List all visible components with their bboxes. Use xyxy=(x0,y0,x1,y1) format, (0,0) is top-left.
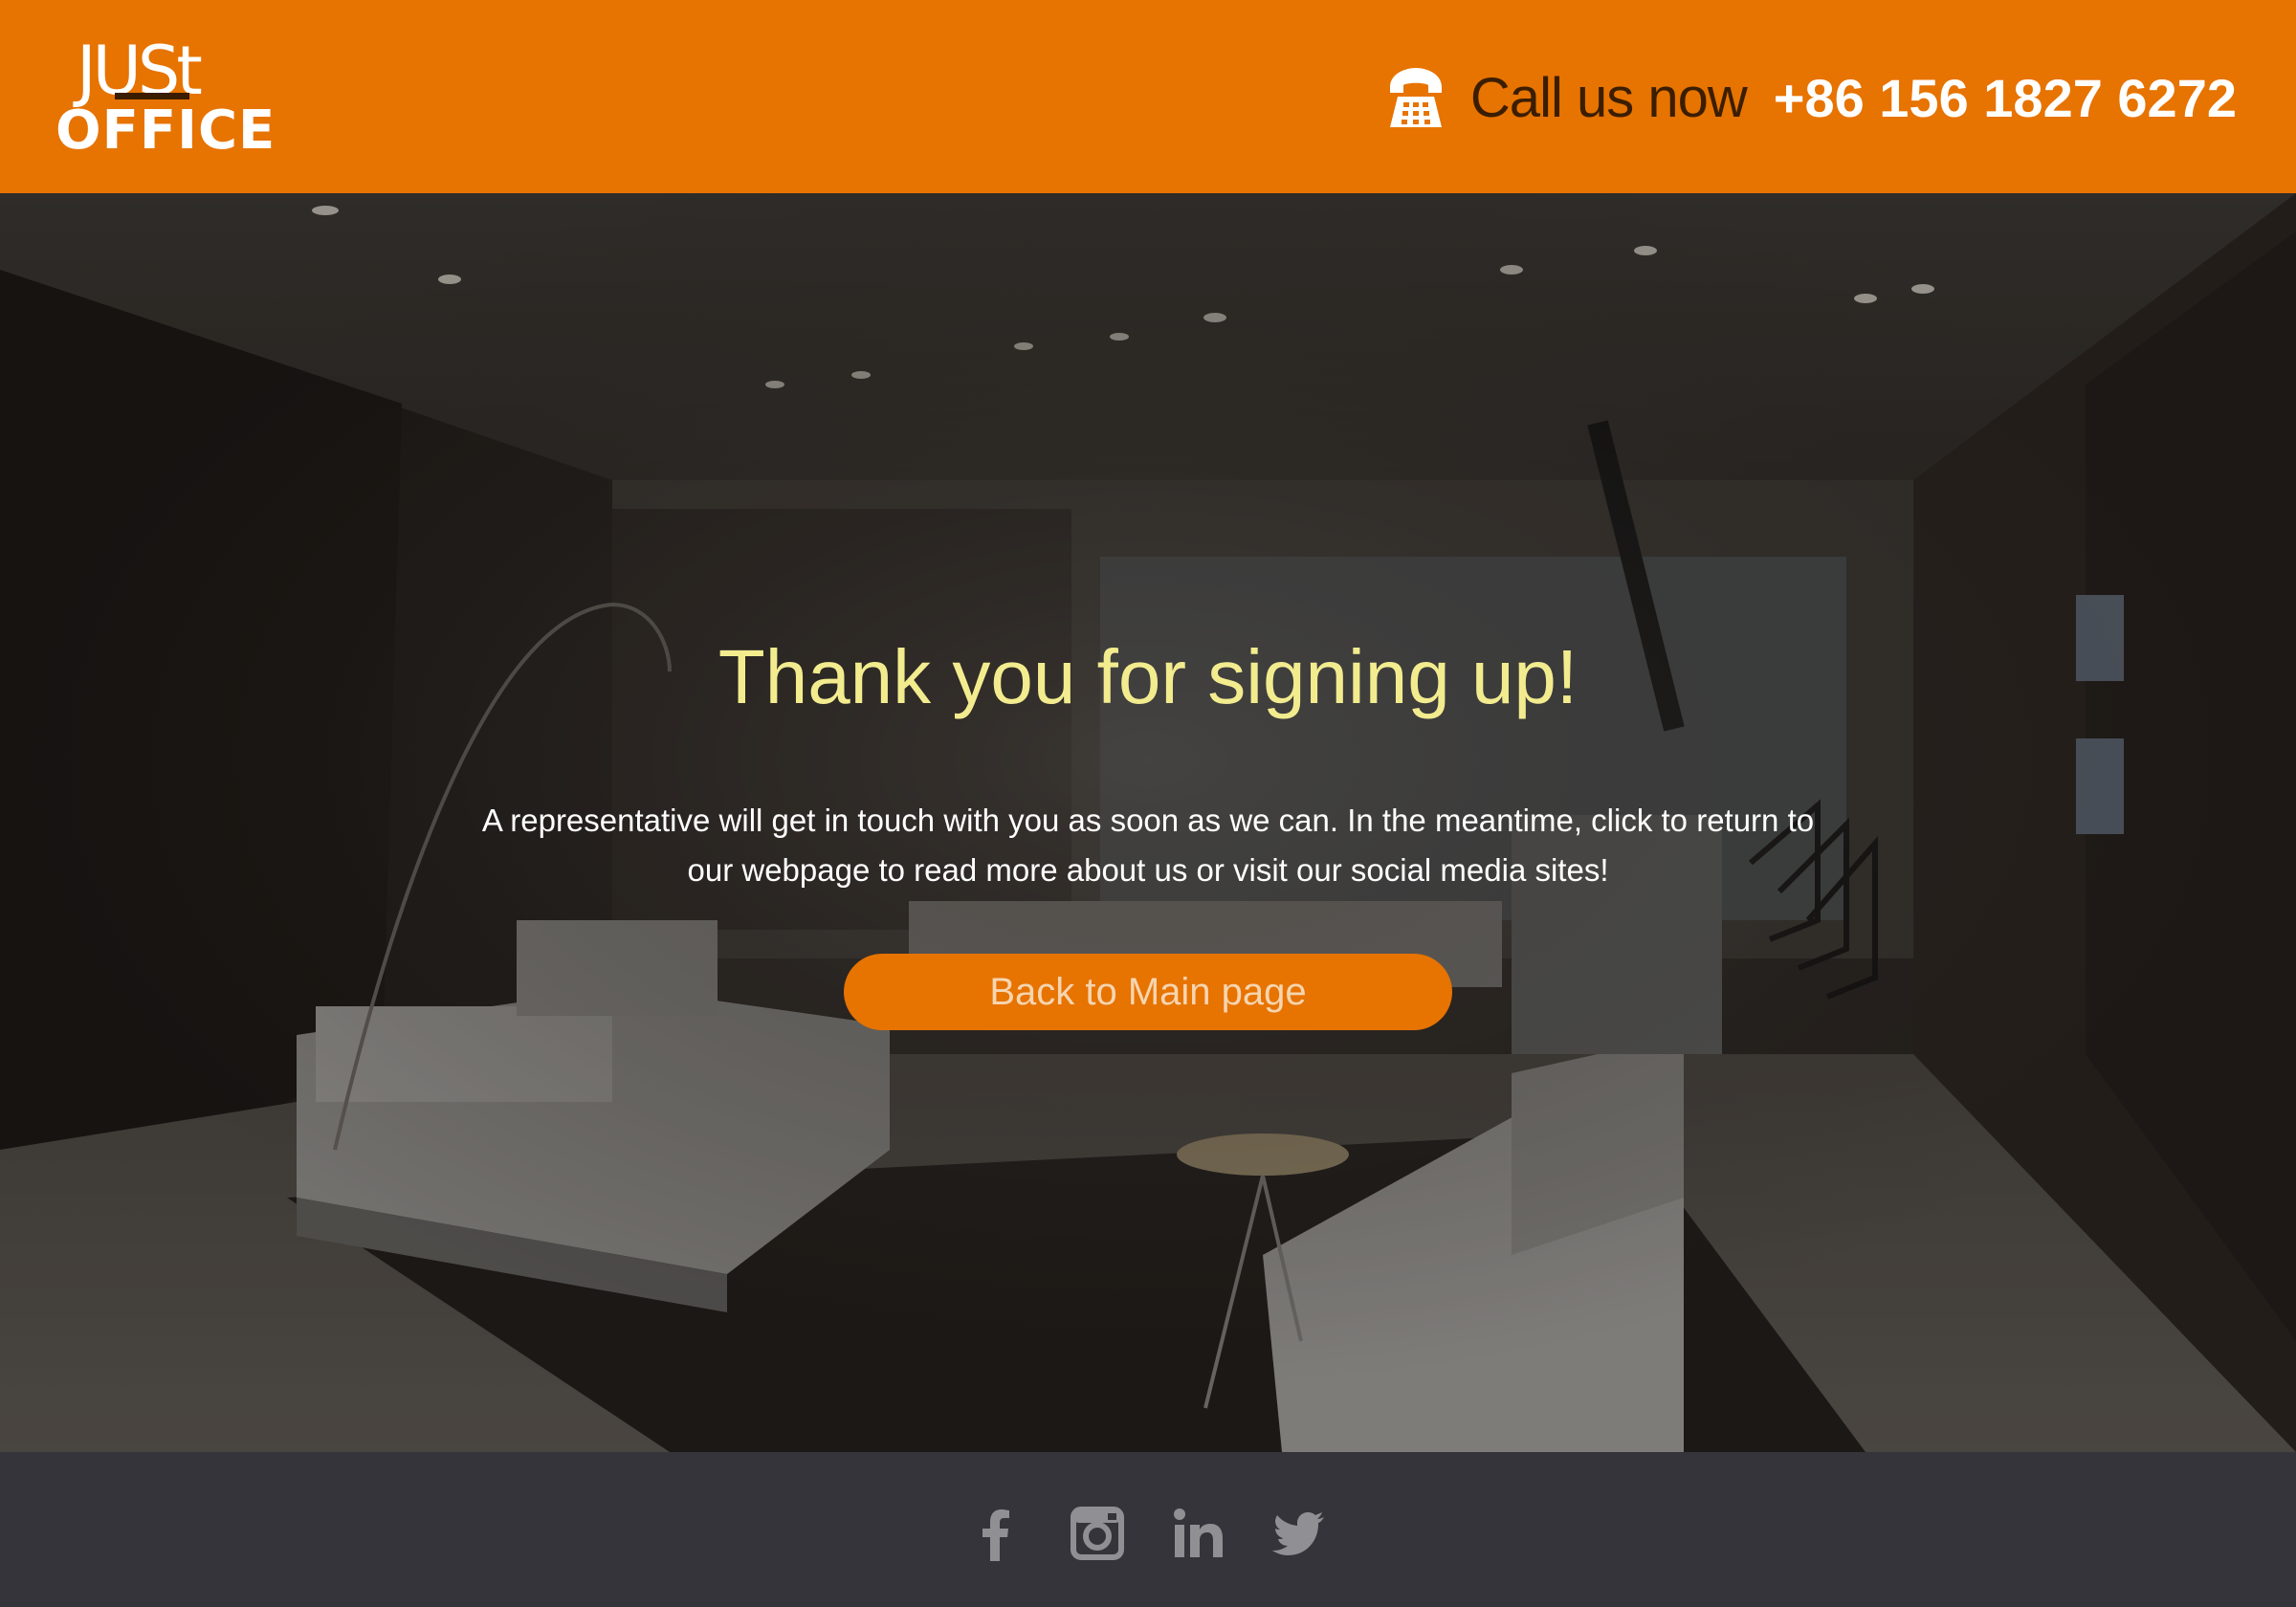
social-media-links xyxy=(0,1452,2296,1607)
back-to-main-page-button[interactable]: Back to Main page xyxy=(844,954,1452,1030)
hero-section: Thank you for signing up! A representati… xyxy=(0,193,2296,1452)
logo-bottom-text: OFFICE xyxy=(55,99,276,162)
facebook-icon[interactable] xyxy=(968,1506,1024,1561)
logo-underline xyxy=(115,93,189,99)
call-us: Call us now +86 156 1827 6272 xyxy=(1386,59,2237,136)
twitter-icon[interactable] xyxy=(1272,1506,1328,1561)
logo[interactable]: JUSt OFFICE xyxy=(55,33,275,162)
site-header: JUSt OFFICE Call us now +86 156 1827 627… xyxy=(0,0,2296,193)
phone-number[interactable]: +86 156 1827 6272 xyxy=(1774,67,2237,129)
linkedin-icon[interactable] xyxy=(1171,1506,1226,1561)
call-label: Call us now xyxy=(1469,66,1748,129)
thank-you-panel: Thank you for signing up! A representati… xyxy=(0,193,2296,1452)
instagram-icon[interactable] xyxy=(1070,1506,1125,1561)
page-title: Thank you for signing up! xyxy=(718,634,1578,719)
site-footer xyxy=(0,1452,2296,1607)
confirmation-message: A representative will get in touch with … xyxy=(481,803,1815,888)
telephone-icon xyxy=(1389,68,1442,127)
